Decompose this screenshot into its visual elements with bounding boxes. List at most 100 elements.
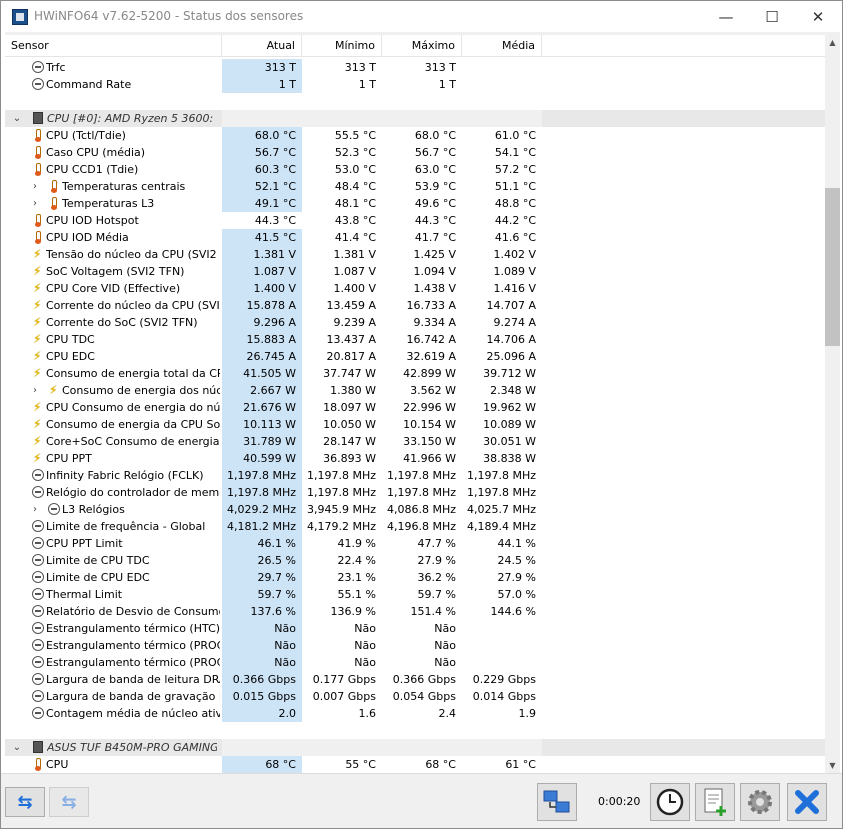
sensor-row[interactable]: CPU IOD Média 41.5 °C 41.4 °C 41.7 °C 41.6 °…	[5, 229, 825, 246]
sensor-row[interactable]: › L3 Relógios 4,029.2 MHz 3,945.9 MHz 4,086.…	[5, 501, 825, 518]
sensor-table[interactable]: Sensor Atual Mínimo Máximo Média Trfc 313…	[5, 35, 825, 773]
current-value: 41.505 W	[222, 365, 302, 382]
max-value: 1.094 V	[413, 265, 456, 278]
sensor-row[interactable]: ⚡ Corrente do núcleo da CPU (SVI2... 15.87…	[5, 297, 825, 314]
sensor-row[interactable]: Trfc 313 T 313 T 313 T	[5, 59, 825, 76]
sensor-name: Consumo de energia total da CPU	[46, 367, 220, 380]
maximize-button[interactable]: ☐	[749, 1, 795, 32]
sensor-row[interactable]: Estrangulamento térmico (PROCH...NãoNãoN…	[5, 654, 825, 671]
sensor-row[interactable]: Limite de CPU EDC 29.7 % 23.1 % 36.2 % 27.9 …	[5, 569, 825, 586]
sensor-row[interactable]: Estrangulamento térmico (HTC) Não Não Não	[5, 620, 825, 637]
sensor-row[interactable]: ⚡ Corrente do SoC (SVI2 TFN) 9.296 A 9.239 …	[5, 314, 825, 331]
sensor-row[interactable]: Command Rate 1 T 1 T 1 T	[5, 76, 825, 93]
max-value: 3.562 W	[410, 384, 456, 397]
sensor-name: CPU Core VID (Effective)	[46, 282, 181, 295]
sensor-row[interactable]: Largura de banda de leitura DRAM 0.366 Gb…	[5, 671, 825, 688]
collapse-chevron-icon[interactable]: ⌄	[11, 110, 23, 127]
expand-chevron-icon[interactable]: ›	[29, 501, 41, 518]
min-value: 41.4 °C	[334, 231, 376, 244]
group-cell	[222, 739, 302, 756]
sensor-row[interactable]: ⚡ CPU Core VID (Effective) 1.400 V 1.400 V 1…	[5, 280, 825, 297]
expand-chevron-icon[interactable]: ›	[29, 195, 41, 212]
nav-arrows-button[interactable]: ⇆	[5, 787, 45, 817]
sensor-row[interactable]: ⚡ CPU EDC 26.745 A 20.817 A 32.619 A 25.096 A	[5, 348, 825, 365]
group-cell	[382, 739, 462, 756]
settings-button[interactable]	[740, 783, 780, 821]
avg-value: 1,197.8 MHz	[466, 486, 536, 499]
current-value: 68 °C	[222, 756, 302, 773]
col-min-header[interactable]: Mínimo	[302, 35, 382, 57]
network-button[interactable]	[537, 783, 577, 821]
avg-value: 19.962 W	[483, 401, 536, 414]
expand-chevron-icon[interactable]: ›	[29, 382, 41, 399]
nav-arrows-disabled-button[interactable]: ⇆	[49, 787, 89, 817]
sensor-row[interactable]: ⚡ Core+SoC Consumo de energia (... 31.789 …	[5, 433, 825, 450]
sensor-name: Trfc	[46, 61, 66, 74]
minimize-button[interactable]: —	[703, 1, 749, 32]
avg-value: 57.0 %	[497, 588, 536, 601]
sensor-row[interactable]: Limite de CPU TDC 26.5 % 22.4 % 27.9 % 24.5 …	[5, 552, 825, 569]
vertical-scrollbar[interactable]: ▲ ▼	[825, 35, 840, 773]
min-value: 55.1 %	[337, 588, 376, 601]
current-value: 1.400 V	[222, 280, 302, 297]
sensor-row[interactable]: › ⚡ Consumo de energia dos núcleos2.667 W 1…	[5, 382, 825, 399]
gauge-icon	[32, 639, 44, 651]
sensor-row[interactable]: Largura de banda de gravação D... 0.015 G…	[5, 688, 825, 705]
current-value: 15.883 A	[222, 331, 302, 348]
gauge-icon	[32, 571, 44, 583]
report-button[interactable]	[695, 783, 735, 821]
min-value: 1.087 V	[333, 265, 376, 278]
avg-value: 2.348 W	[490, 384, 536, 397]
sensor-row[interactable]: CPU PPT Limit 46.1 % 41.9 % 47.7 % 44.1 %	[5, 535, 825, 552]
sensor-row[interactable]: Relógio do controlador de memóri...1,197…	[5, 484, 825, 501]
col-max-header[interactable]: Máximo	[382, 35, 462, 57]
sensor-name: CPU PPT	[46, 452, 92, 465]
sensor-name: Contagem média de núcleo ativo	[46, 707, 220, 720]
col-current-header[interactable]: Atual	[222, 35, 302, 57]
close-sensors-button[interactable]	[787, 783, 827, 821]
lightning-bolt-icon: ⚡	[33, 247, 42, 261]
avg-value	[462, 620, 542, 637]
sensor-row[interactable]: ⚡ SoC Voltagem (SVI2 TFN) 1.087 V 1.087 V 1.…	[5, 263, 825, 280]
thermometer-icon	[35, 231, 41, 244]
sensor-row[interactable]: Caso CPU (média) 56.7 °C 52.3 °C 56.7 °C 54.…	[5, 144, 825, 161]
title-bar[interactable]: HWiNFO64 v7.62-5200 - Status dos sensore…	[1, 1, 842, 32]
expand-chevron-icon[interactable]: ›	[29, 178, 41, 195]
scroll-down-icon[interactable]: ▼	[825, 758, 840, 773]
collapse-chevron-icon[interactable]: ⌄	[11, 739, 23, 756]
sensor-row[interactable]: ⚡ Tensão do núcleo da CPU (SVI2 T... 1.381…	[5, 246, 825, 263]
sensor-row[interactable]: ⚡ CPU Consumo de energia do núcl...21.676…	[5, 399, 825, 416]
sensor-row[interactable]: ⚡ Consumo de energia da CPU SoC ...10.113…	[5, 416, 825, 433]
close-icon	[795, 790, 819, 814]
sensor-row[interactable]: ⚡ CPU TDC 15.883 A 13.437 A 16.742 A 14.706 A	[5, 331, 825, 348]
scroll-up-icon[interactable]: ▲	[825, 35, 840, 50]
sensor-row[interactable]: ⚡ Consumo de energia total da CPU 41.505 W…	[5, 365, 825, 382]
sensor-row[interactable]: Estrangulamento térmico (PROCH...NãoNãoN…	[5, 637, 825, 654]
sensor-name: CPU Consumo de energia do núcl...	[46, 401, 220, 414]
sensor-row[interactable]: ⚡ CPU PPT 40.599 W 36.893 W 41.966 W 38.838 W	[5, 450, 825, 467]
sensor-row[interactable]: CPU (Tctl/Tdie) 68.0 °C 55.5 °C 68.0 °C 61.0…	[5, 127, 825, 144]
sensor-group-row[interactable]: ⌄ ASUS TUF B450M-PRO GAMING (...	[5, 739, 825, 756]
sensor-row[interactable]: Thermal Limit 59.7 % 55.1 % 59.7 % 57.0 %	[5, 586, 825, 603]
sensor-row[interactable]: › Temperaturas L3 49.1 °C 48.1 °C 49.6 °C 48.…	[5, 195, 825, 212]
sensor-row[interactable]: CPU CCD1 (Tdie) 60.3 °C 53.0 °C 63.0 °C 57.2…	[5, 161, 825, 178]
max-value: 0.054 Gbps	[392, 690, 456, 703]
sensor-row[interactable]: Infinity Fabric Relógio (FCLK) 1,197.8 MH…	[5, 467, 825, 484]
current-value: 46.1 %	[222, 535, 302, 552]
col-avg-header[interactable]: Média	[462, 35, 542, 57]
sensor-row[interactable]: Contagem média de núcleo ativo 2.0 1.6 2.4 1…	[5, 705, 825, 722]
clock-button[interactable]	[650, 783, 690, 821]
current-value: 21.676 W	[222, 399, 302, 416]
scroll-thumb[interactable]	[825, 188, 840, 346]
col-sensor-header[interactable]: Sensor	[5, 35, 222, 57]
sensor-row[interactable]: Relatório de Desvio de Consumo ...137.6 …	[5, 603, 825, 620]
sensor-row[interactable]: CPU IOD Hotspot 44.3 °C 43.8 °C 44.3 °C 44.2…	[5, 212, 825, 229]
sensor-row[interactable]: CPU 68 °C 55 °C 68 °C 61 °C	[5, 756, 825, 773]
sensor-group-row[interactable]: ⌄ CPU [#0]: AMD Ryzen 5 3600: E...	[5, 110, 825, 127]
sensor-name: CPU CCD1 (Tdie)	[46, 163, 139, 176]
close-window-button[interactable]: ✕	[795, 1, 841, 32]
avg-value: 144.6 %	[490, 605, 536, 618]
sensor-name: Limite de frequência - Global	[46, 520, 206, 533]
sensor-row[interactable]: Limite de frequência - Global 4,181.2 MHz…	[5, 518, 825, 535]
sensor-row[interactable]: › Temperaturas centrais 52.1 °C 48.4 °C 53.9…	[5, 178, 825, 195]
